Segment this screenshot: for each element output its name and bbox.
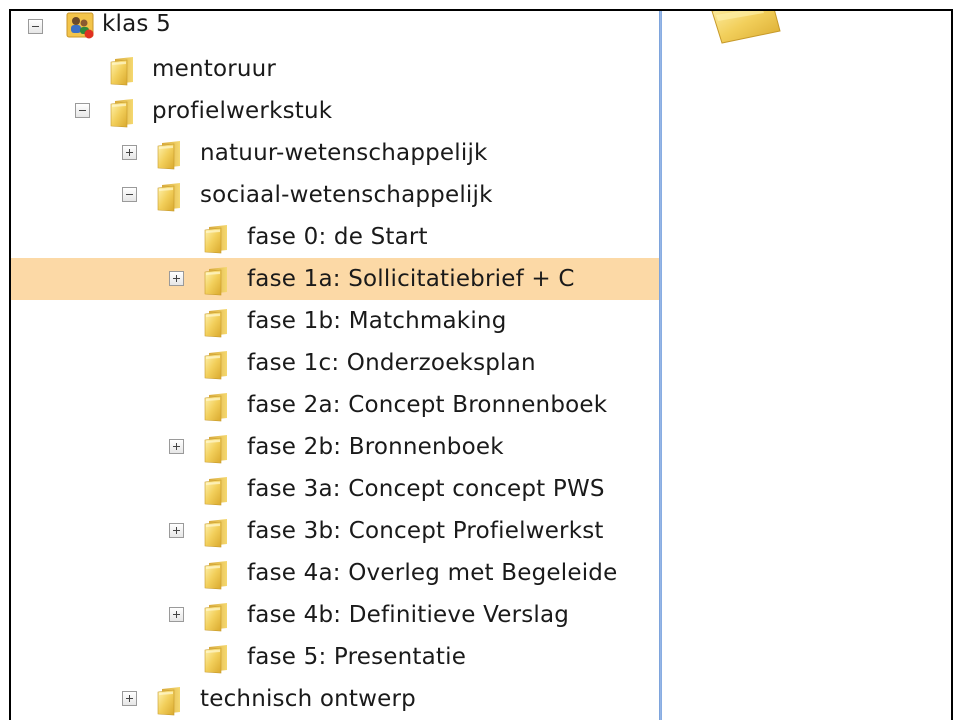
tree-item-label: technisch ontwerp	[200, 686, 416, 712]
tree-item-label: sociaal-wetenschappelijk	[200, 182, 493, 208]
folder-icon	[203, 224, 233, 254]
folder-icon	[109, 98, 139, 128]
folder-icon	[203, 560, 233, 590]
tree-item-natuur-wetenschappelijk[interactable]: natuur-wetenschappelijk	[11, 132, 659, 174]
tree-item-label: fase 3a: Concept concept PWS	[247, 476, 605, 502]
tree-item-fase[interactable]: fase 1b: Matchmaking	[11, 300, 659, 342]
tree-item-fase[interactable]: fase 4a: Overleg met Begeleide	[11, 552, 659, 594]
folder-icon	[203, 266, 233, 296]
folder-icon	[203, 476, 233, 506]
expand-toggle-icon[interactable]	[122, 145, 137, 160]
tree-item-label: fase 2a: Concept Bronnenboek	[247, 392, 608, 418]
tree-item-label: natuur-wetenschappelijk	[200, 140, 488, 166]
folder-icon	[156, 686, 186, 716]
folder-tree: klas 5 mentoruur profielwerkstuk natuur-…	[11, 11, 659, 720]
tree-item-label: fase 0: de Start	[247, 224, 428, 250]
tree-item-klas-5[interactable]: klas 5	[11, 11, 659, 48]
tree-item-label: fase 1c: Onderzoeksplan	[247, 350, 536, 376]
tree-item-mentoruur[interactable]: mentoruur	[11, 48, 659, 90]
tree-item-sociaal-wetenschappelijk[interactable]: sociaal-wetenschappelijk	[11, 174, 659, 216]
tree-item-label: fase 3b: Concept Profielwerkst	[247, 518, 604, 544]
tree-item-label: fase 1a: Sollicitatiebrief + C	[247, 266, 575, 292]
tree-item-label: klas 5	[102, 11, 171, 37]
expand-toggle-icon[interactable]	[169, 271, 184, 286]
tree-item-label: fase 4b: Definitieve Verslag	[247, 602, 570, 628]
tree-item-fase[interactable]: fase 1c: Onderzoeksplan	[11, 342, 659, 384]
folder-icon	[156, 140, 186, 170]
tree-item-fase[interactable]: fase 5: Presentatie	[11, 636, 659, 678]
folder-icon	[203, 308, 233, 338]
tree-item-label: fase 4a: Overleg met Begeleide	[247, 560, 618, 586]
tree-item-label: fase 2b: Bronnenboek	[247, 434, 504, 460]
tree-item-fase[interactable]: fase 4b: Definitieve Verslag	[11, 594, 659, 636]
folder-icon	[203, 602, 233, 632]
folder-icon	[203, 518, 233, 548]
tree-item-label: fase 5: Presentatie	[247, 644, 467, 670]
expand-toggle-icon[interactable]	[169, 607, 184, 622]
folder-icon	[156, 182, 186, 212]
tree-item-fase[interactable]: fase 2a: Concept Bronnenboek	[11, 384, 659, 426]
folder-icon	[203, 434, 233, 464]
tree-item-fase[interactable]: fase 3b: Concept Profielwerkst	[11, 510, 659, 552]
tree-item-profielwerkstuk[interactable]: profielwerkstuk	[11, 90, 659, 132]
collapse-toggle-icon[interactable]	[28, 19, 43, 34]
content-pane	[662, 11, 951, 720]
expand-toggle-icon[interactable]	[169, 523, 184, 538]
folder-icon	[203, 392, 233, 422]
users-group-icon	[66, 12, 94, 39]
tree-item-fase[interactable]: fase 2b: Bronnenboek	[11, 426, 659, 468]
folder-icon	[203, 644, 233, 674]
collapse-toggle-icon[interactable]	[75, 103, 90, 118]
tree-item-label: mentoruur	[152, 56, 277, 82]
tree-item-label: profielwerkstuk	[152, 98, 333, 124]
tree-item-fase[interactable]: fase 3a: Concept concept PWS	[11, 468, 659, 510]
folder-icon	[203, 350, 233, 380]
expand-toggle-icon[interactable]	[169, 439, 184, 454]
expand-toggle-icon[interactable]	[122, 691, 137, 706]
tree-item-technisch-ontwerp[interactable]: technisch ontwerp	[11, 678, 659, 720]
tree-item-fase[interactable]: fase 1a: Sollicitatiebrief + C	[11, 258, 659, 300]
folder-icon	[109, 56, 139, 86]
folder-icon	[711, 11, 781, 44]
collapse-toggle-icon[interactable]	[122, 187, 137, 202]
tree-item-fase[interactable]: fase 0: de Start	[11, 216, 659, 258]
tree-item-label: fase 1b: Matchmaking	[247, 308, 507, 334]
explorer-frame: klas 5 mentoruur profielwerkstuk natuur-…	[9, 9, 953, 720]
